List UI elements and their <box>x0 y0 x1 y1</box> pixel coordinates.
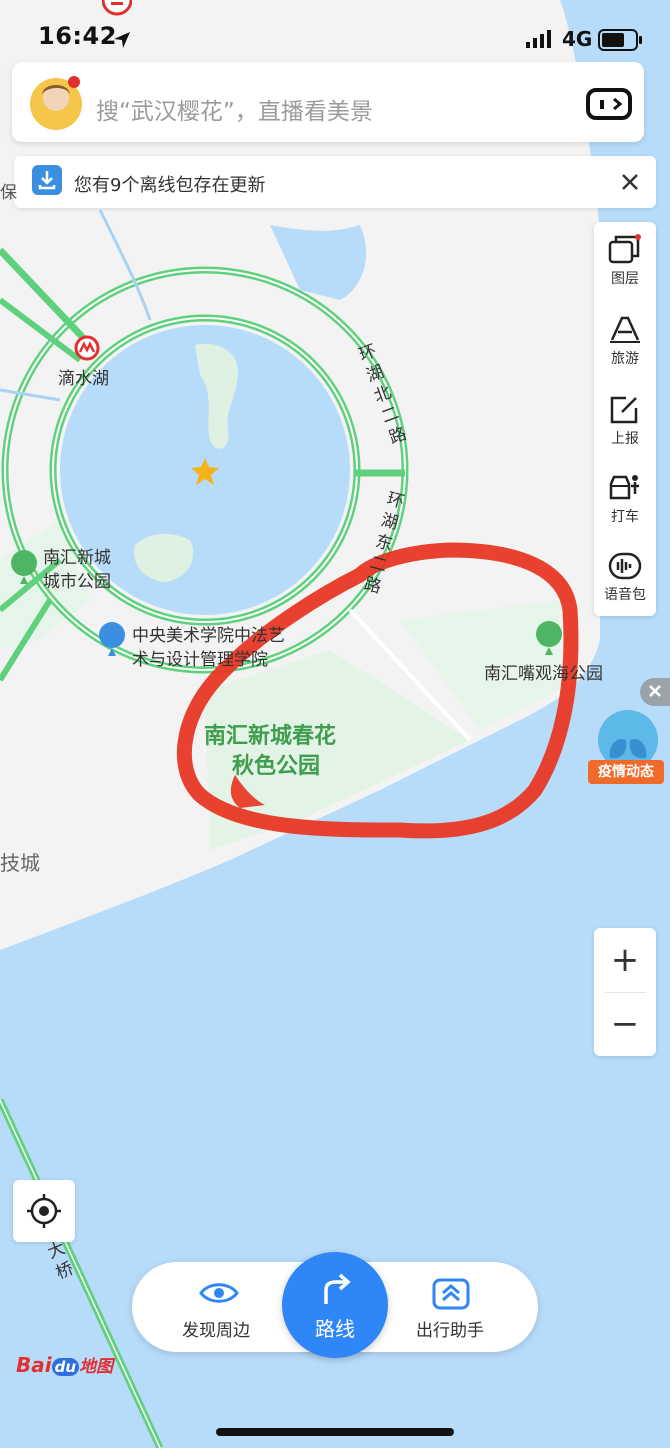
toolbar-taxi[interactable]: 打车 <box>594 460 656 538</box>
map-label-spring-park-line2: 秋色公园 <box>232 754 321 779</box>
eye-icon <box>199 1283 239 1303</box>
map-label-academy-line1: 中央美术学院中法艺 <box>132 626 285 646</box>
epidemic-badge-label: 疫情动态 <box>588 760 664 784</box>
toolbar-report-label: 上报 <box>611 431 639 447</box>
map-label-nanhui-park-line1: 南汇新城 <box>43 548 111 568</box>
location-arrow-icon <box>114 32 130 48</box>
assistant-icon <box>432 1278 470 1310</box>
toolbar-voice-pack-label: 语音包 <box>604 587 646 603</box>
user-avatar[interactable] <box>28 72 86 132</box>
logo-text-map: 地图 <box>79 1357 114 1377</box>
travel-assistant-label: 出行助手 <box>416 1321 484 1341</box>
voice-pack-icon <box>608 552 642 580</box>
locate-icon <box>27 1194 61 1228</box>
toolbar-layers-label: 图层 <box>611 271 639 287</box>
close-icon <box>649 685 661 697</box>
zoom-in-button[interactable]: + <box>594 928 656 992</box>
toolbar-report[interactable]: 上报 <box>594 382 656 460</box>
taxi-icon <box>609 475 639 500</box>
logo-paw: du <box>51 1358 80 1376</box>
toolbar-travel-label: 旅游 <box>611 351 639 367</box>
toolbar-taxi-label: 打车 <box>611 509 639 525</box>
toolbar-travel[interactable]: 旅游 <box>594 302 656 380</box>
notice-text: 您有9个离线包存在更新 <box>74 175 266 196</box>
home-indicator <box>216 1428 454 1436</box>
toolbar-voice-pack[interactable]: 语音包 <box>594 538 656 616</box>
search-input[interactable]: 搜“武汉樱花”，直播看美景 <box>96 92 373 126</box>
battery-icon <box>598 29 642 51</box>
map-label-dishui-lake: 滴水湖 <box>58 369 109 389</box>
map-label-spring-park-line1: 南汇新城春花 <box>204 724 337 749</box>
map-label-edge: 保 <box>0 183 17 203</box>
route-arrow-icon <box>324 1273 351 1304</box>
badge-close-button[interactable] <box>640 678 670 706</box>
zoom-out-button[interactable]: − <box>594 992 656 1056</box>
scan-icon[interactable] <box>586 88 634 120</box>
signal-icon <box>526 30 551 48</box>
logo-text-bai: Bai <box>16 1353 52 1377</box>
map-label-tech-city: 技城 <box>0 851 40 875</box>
map-label-academy-line2: 术与设计管理学院 <box>132 650 268 670</box>
discover-nearby-label: 发现周边 <box>182 1321 250 1341</box>
locate-button[interactable] <box>13 1180 75 1242</box>
toolbar-layers[interactable]: 图层 <box>594 222 656 300</box>
map-toolbar: 图层 旅游 上报 打车 语音包 <box>594 222 656 616</box>
travel-icon <box>610 316 640 343</box>
discover-nearby-button[interactable]: 发现周边 <box>176 1278 262 1341</box>
route-label: 路线 <box>315 1317 355 1341</box>
epidemic-badge[interactable]: 疫情动态 <box>586 706 670 792</box>
lungs-icon <box>598 710 658 770</box>
travel-assistant-button[interactable]: 出行助手 <box>410 1278 496 1341</box>
map-label-nanhui-park-line2: 城市公园 <box>43 572 111 592</box>
status-time: 16:42 <box>38 22 117 50</box>
zoom-control: + − <box>594 928 656 1056</box>
report-icon <box>610 396 638 424</box>
close-icon[interactable] <box>620 172 640 192</box>
route-button[interactable] <box>282 1252 388 1358</box>
layers-icon <box>608 234 641 264</box>
map-label-nanhuizui-park: 南汇嘴观海公园 <box>484 664 603 684</box>
network-type: 4G <box>562 27 593 51</box>
baidu-maps-logo: Bai du 地图 <box>16 1352 113 1377</box>
download-icon <box>32 165 62 195</box>
recording-indicator-icon <box>102 0 132 16</box>
